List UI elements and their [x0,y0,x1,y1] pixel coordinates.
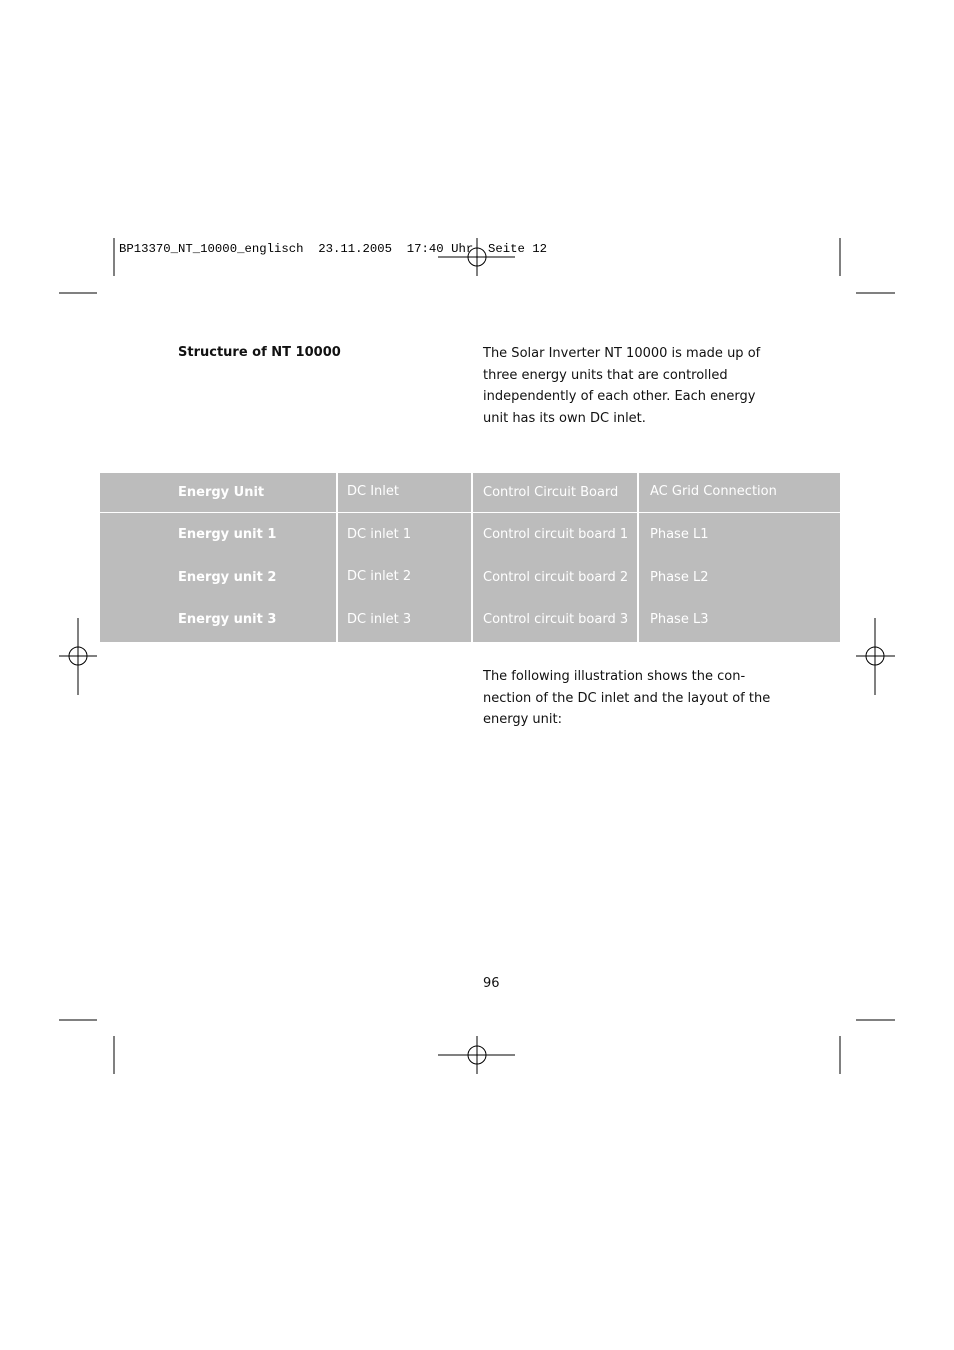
table-cell: Control circuit board 2 [483,570,629,585]
header-control-board: Control Circuit Board [483,485,619,500]
table-cell: Energy unit 1 [178,527,277,542]
table-cell: DC inlet 1 [347,527,412,542]
intro-paragraph: The Solar Inverter NT 10000 is made up o… [483,346,761,426]
table-cell: Phase L1 [650,527,709,542]
structure-table: Energy Unit DC Inlet Control Circuit Boa… [100,473,840,642]
header-ac-grid: AC Grid Connection [650,484,777,499]
page-number: 96 [483,976,500,991]
section-heading: Structure of NT 10000 [178,345,341,360]
table-cell: Control circuit board 3 [483,612,629,627]
registration-mark-bottom [438,1036,515,1074]
table-cell: Energy unit 3 [178,612,277,627]
table-cell: Energy unit 2 [178,570,277,585]
header-dc-inlet: DC Inlet [347,484,399,499]
table-cell: Control circuit board 1 [483,527,629,542]
crop-marks [59,238,895,1074]
table-cell: DC inlet 3 [347,612,412,627]
table-cell: Phase L2 [650,570,709,585]
registration-mark-right [856,618,895,695]
header-energy-unit: Energy Unit [178,485,265,500]
illustration-paragraph: The following illustration shows the con… [483,669,771,727]
registration-mark-left [59,618,97,695]
print-slug: BP13370_NT_10000_englisch 23.11.2005 17:… [119,242,548,256]
table-cell: Phase L3 [650,612,709,627]
table-cell: DC inlet 2 [347,569,412,584]
